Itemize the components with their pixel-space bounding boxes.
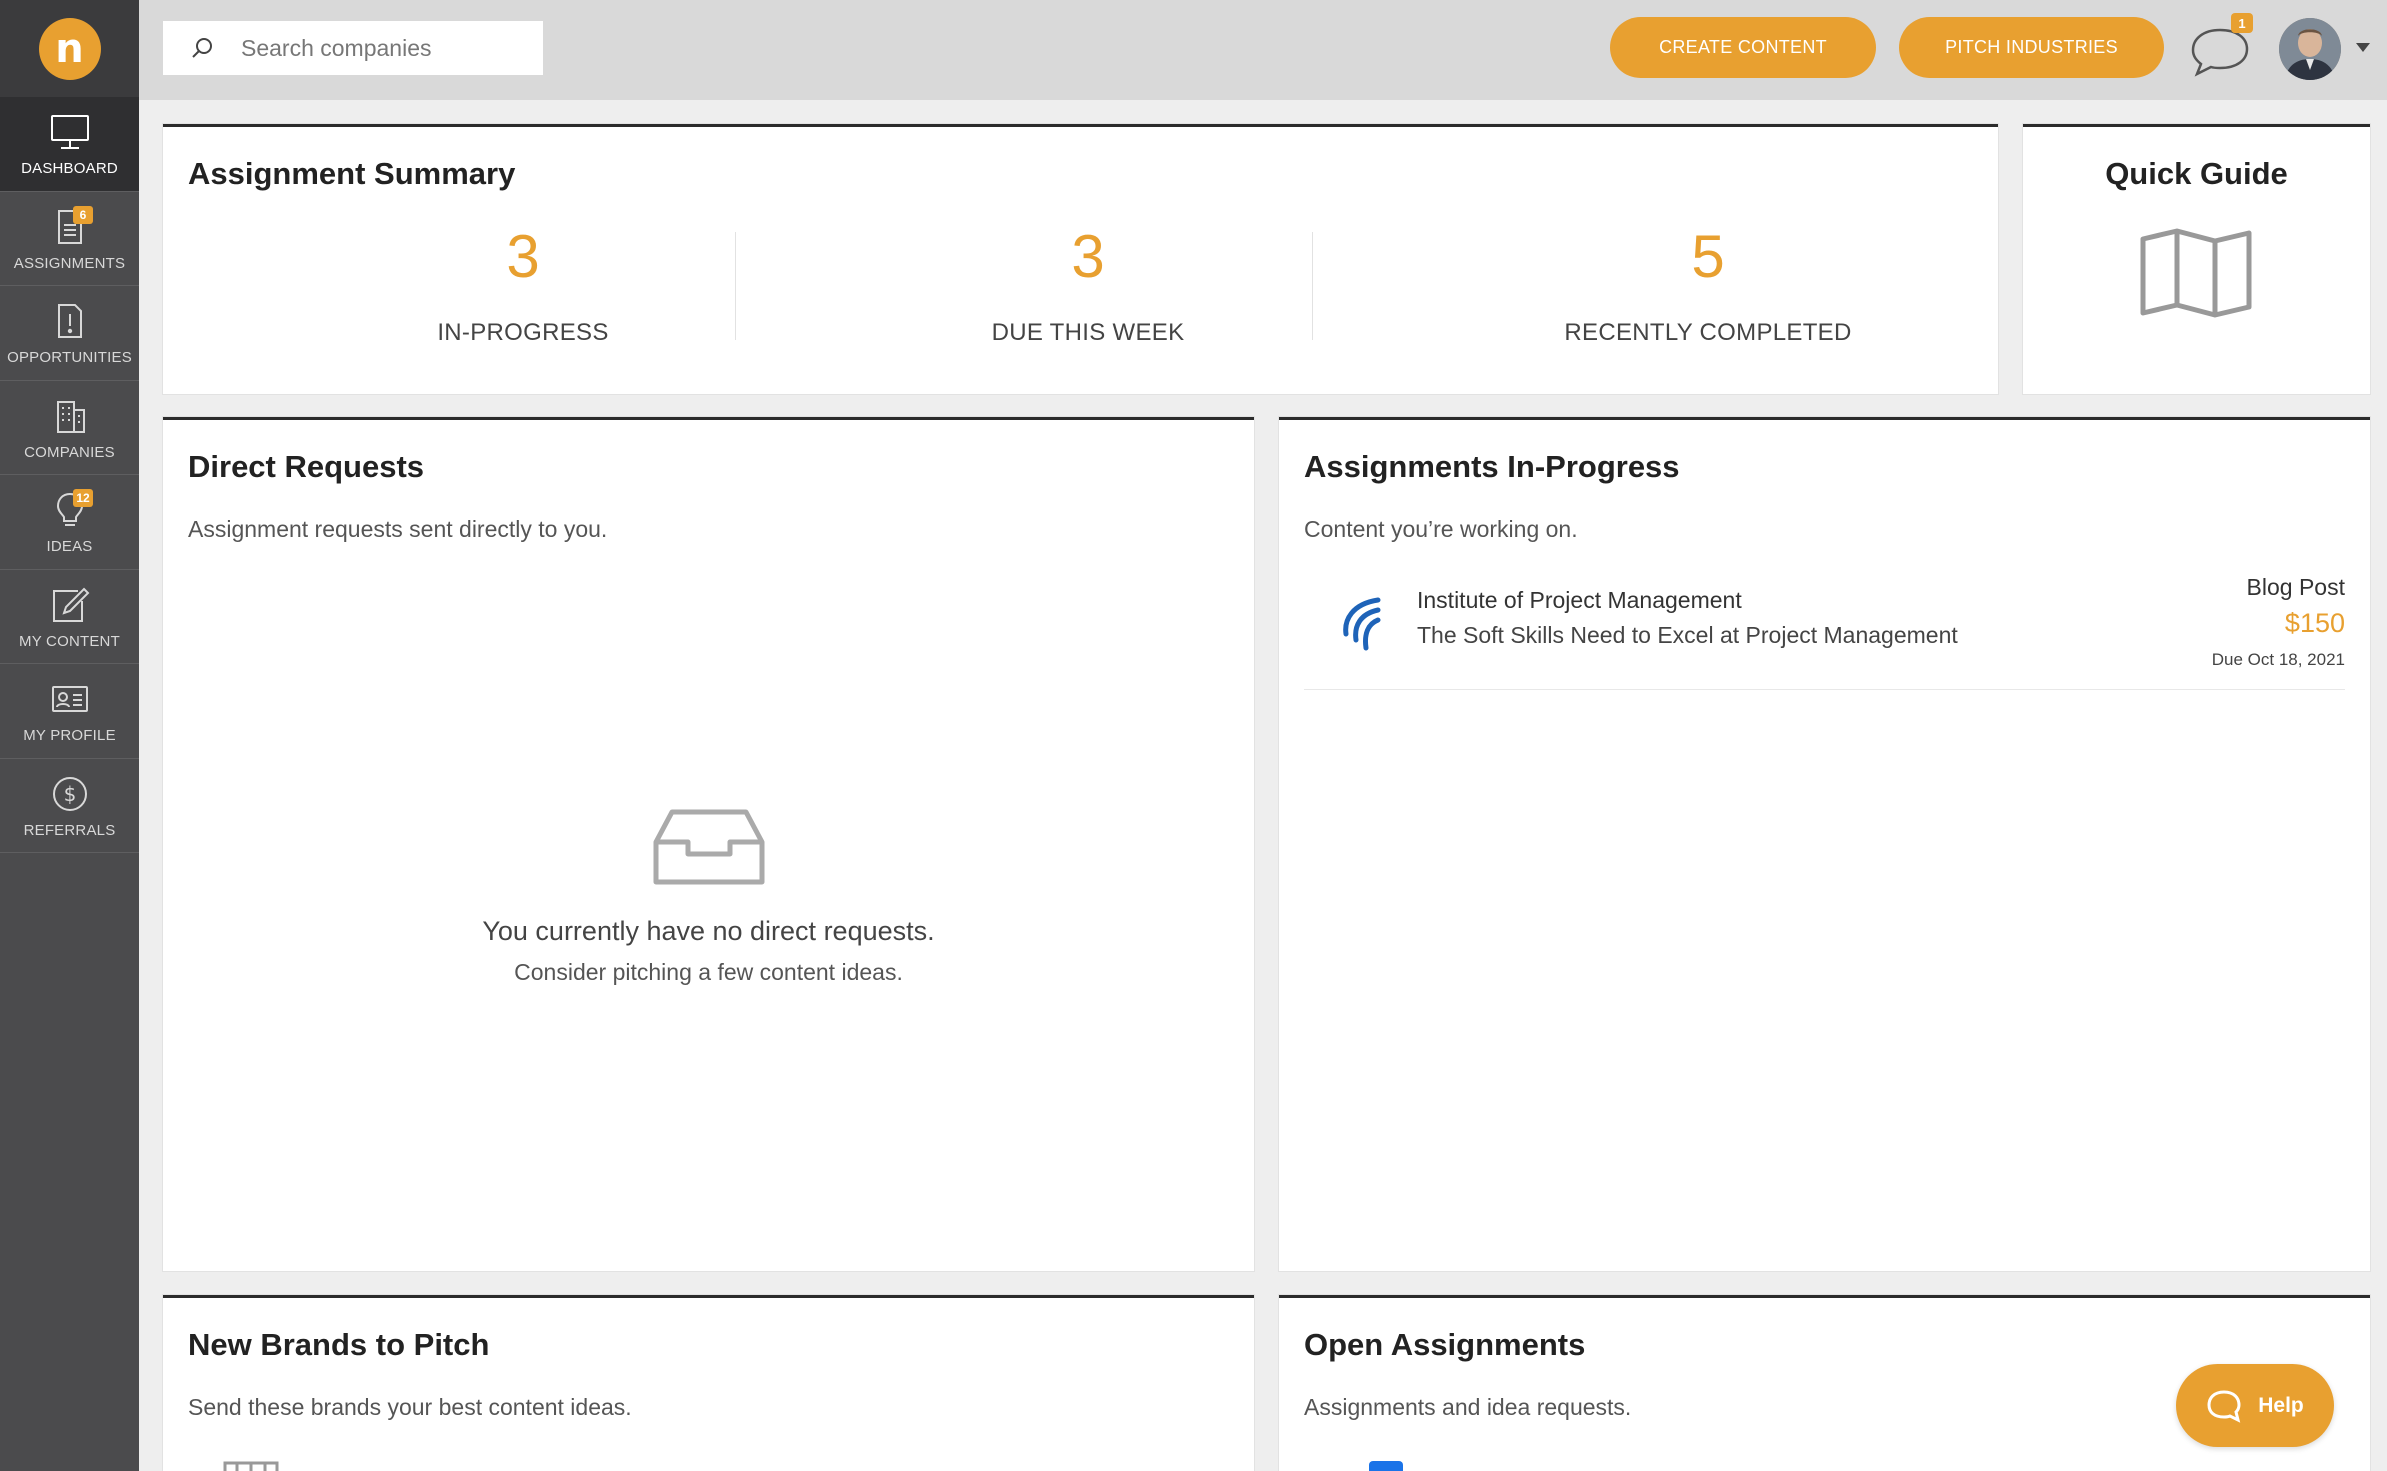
- id-card-icon: [51, 686, 88, 713]
- stat-divider: [1312, 232, 1313, 340]
- logo-area[interactable]: n: [0, 0, 139, 97]
- sidebar-item-label: MY CONTENT: [19, 632, 120, 650]
- direct-requests-card: Direct Requests Assignment requests sent…: [163, 417, 1254, 1271]
- card-title: Assignments In-Progress: [1304, 449, 1680, 484]
- avatar[interactable]: [2279, 18, 2341, 80]
- ideas-badge: 12: [73, 489, 93, 507]
- create-content-button[interactable]: CREATE CONTENT: [1610, 17, 1876, 78]
- stat-value: 3: [506, 223, 540, 290]
- assignments-badge: 6: [73, 205, 93, 224]
- sidebar-item-my-content[interactable]: MY CONTENT: [0, 570, 139, 664]
- card-subtitle: Content you’re working on.: [1304, 516, 1578, 542]
- sidebar-item-label: REFERRALS: [23, 821, 116, 839]
- topbar: CREATE CONTENT PITCH INDUSTRIES 1: [139, 0, 2387, 100]
- sidebar-item-label: MY PROFILE: [23, 727, 116, 745]
- company-logo-icon: [1343, 597, 1381, 651]
- chevron-down-icon[interactable]: [2356, 43, 2370, 52]
- dollar-circle-icon: $: [52, 776, 87, 811]
- inbox-icon: [653, 809, 764, 885]
- assignment-due-date: Due Oct 18, 2021: [2211, 650, 2345, 669]
- stat-value: 3: [1071, 223, 1105, 290]
- company-logo-icon: [1369, 1461, 1403, 1471]
- stat-divider: [735, 232, 736, 340]
- map-icon: [2140, 228, 2252, 318]
- assignment-summary-card: Assignment Summary 3 IN-PROGRESS 3 DUE T…: [163, 124, 1998, 394]
- user-photo-icon: [2279, 18, 2341, 80]
- card-title: Direct Requests: [188, 449, 425, 484]
- brand-logo-icon: [223, 1461, 279, 1471]
- monitor-icon: [50, 115, 89, 150]
- sidebar-item-companies[interactable]: COMPANIES: [0, 381, 139, 475]
- card-title: Open Assignments: [1304, 1327, 1586, 1362]
- empty-hint: Consider pitching a few content ideas.: [514, 959, 903, 985]
- assignment-price: $150: [2284, 608, 2345, 638]
- svg-text:$: $: [63, 782, 76, 806]
- sidebar-item-ideas[interactable]: 12 IDEAS: [0, 475, 139, 570]
- stat-due-this-week[interactable]: 3 DUE THIS WEEK: [928, 227, 1248, 347]
- stat-label: IN-PROGRESS: [437, 319, 609, 346]
- help-button[interactable]: Help: [2176, 1364, 2334, 1447]
- sidebar-item-label: DASHBOARD: [21, 160, 118, 178]
- search-box[interactable]: [163, 21, 543, 75]
- sidebar-item-opportunities[interactable]: OPPORTUNITIES: [0, 286, 139, 381]
- card-title: New Brands to Pitch: [188, 1327, 490, 1362]
- sidebar-item-referrals[interactable]: $ REFERRALS: [0, 759, 139, 853]
- chat-bubble-icon: [2207, 1389, 2241, 1423]
- sidebar-item-dashboard[interactable]: DASHBOARD: [0, 97, 139, 192]
- sidebar-item-label: COMPANIES: [24, 443, 115, 461]
- edit-icon: [52, 587, 89, 622]
- search-icon: [192, 38, 212, 58]
- sidebar-item-assignments[interactable]: 6 ASSIGNMENTS: [0, 192, 139, 286]
- assignment-company: Institute of Project Management: [1417, 587, 1742, 613]
- quick-guide-card[interactable]: Quick Guide: [2023, 124, 2370, 394]
- stat-in-progress[interactable]: 3 IN-PROGRESS: [363, 227, 683, 347]
- card-subtitle: Send these brands your best content idea…: [188, 1394, 632, 1420]
- card-title: Quick Guide: [2105, 156, 2288, 191]
- new-brands-card: New Brands to Pitch Send these brands yo…: [163, 1295, 1254, 1471]
- sidebar-item-label: ASSIGNMENTS: [13, 254, 126, 272]
- card-subtitle: Assignments and idea requests.: [1304, 1394, 1632, 1420]
- assignment-type: Blog Post: [2246, 574, 2345, 600]
- help-label: Help: [2258, 1393, 2304, 1417]
- stat-label: DUE THIS WEEK: [991, 319, 1185, 346]
- empty-message: You currently have no direct requests.: [482, 916, 935, 946]
- assignments-in-progress-card: Assignments In-Progress Content you’re w…: [1279, 417, 2370, 1271]
- stat-value: 5: [1691, 223, 1725, 290]
- sidebar-item-label: IDEAS: [46, 538, 93, 556]
- assignment-title[interactable]: The Soft Skills Need to Excel at Project…: [1417, 622, 1958, 649]
- app-logo: n: [38, 17, 101, 80]
- empty-state: You currently have no direct requests. C…: [163, 808, 1254, 986]
- stat-recently-completed[interactable]: 5 RECENTLY COMPLETED: [1498, 227, 1918, 347]
- card-subtitle: Assignment requests sent directly to you…: [188, 516, 608, 542]
- sidebar-item-label: OPPORTUNITIES: [7, 349, 132, 367]
- card-title: Assignment Summary: [188, 156, 516, 191]
- chat-badge: 1: [2231, 13, 2253, 33]
- sidebar: n DASHBOARD 6 ASSIGNMENTS OPPORTUNITIES: [0, 0, 139, 1471]
- stat-label: RECENTLY COMPLETED: [1564, 319, 1852, 346]
- sidebar-item-my-profile[interactable]: MY PROFILE: [0, 664, 139, 759]
- pitch-industries-button[interactable]: PITCH INDUSTRIES: [1899, 17, 2164, 78]
- list-item[interactable]: Institute of Project Management The Soft…: [1304, 570, 2345, 690]
- document-alert-icon: [57, 304, 82, 339]
- search-input[interactable]: [241, 34, 521, 62]
- building-icon: [56, 400, 85, 433]
